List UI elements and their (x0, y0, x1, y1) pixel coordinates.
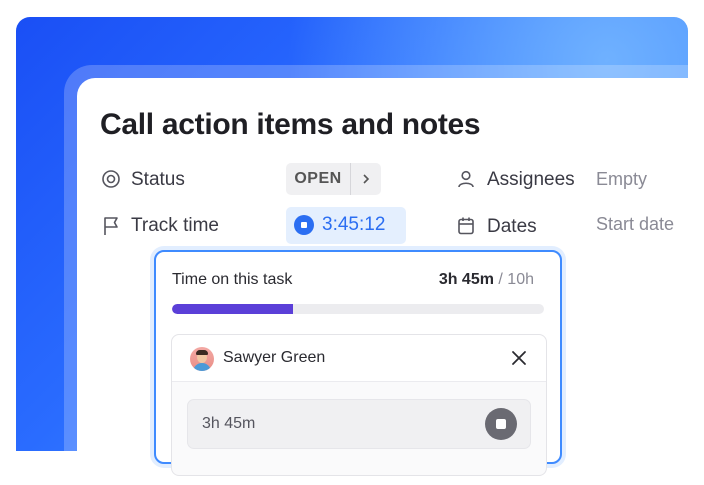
popover-title: Time on this task (172, 271, 293, 288)
status-dropdown[interactable]: OPEN (286, 163, 381, 195)
close-icon[interactable] (510, 349, 528, 367)
time-entry-header: Sawyer Green (172, 335, 546, 382)
chevron-right-icon[interactable] (351, 173, 381, 185)
time-entry-duration: 3h 45m (202, 415, 256, 432)
time-entry-card: Sawyer Green 3h 45m (171, 334, 547, 476)
dates-label: Dates (487, 216, 537, 237)
status-icon (102, 170, 120, 188)
calendar-icon (458, 217, 474, 235)
status-value[interactable]: OPEN (286, 163, 351, 195)
time-entry-row[interactable]: 3h 45m (187, 399, 531, 449)
status-label: Status (131, 169, 185, 190)
time-limit: / 10h (498, 271, 534, 288)
stop-timer-icon[interactable] (294, 215, 314, 235)
user-name: Sawyer Green (223, 349, 326, 366)
stop-icon[interactable] (485, 408, 517, 440)
assignees-label: Assignees (487, 169, 575, 190)
timer-button[interactable]: 3:45:12 (286, 207, 406, 244)
flag-icon (104, 217, 118, 235)
person-icon (458, 170, 474, 188)
time-total: 3h 45m / 10h (439, 271, 534, 289)
timer-value: 3:45:12 (322, 214, 386, 235)
time-progress-bar (172, 304, 544, 314)
avatar (190, 347, 214, 371)
time-progress-fill (172, 304, 293, 314)
dates-value[interactable]: Start date (596, 214, 674, 235)
track-time-label: Track time (131, 215, 219, 236)
tracked-time: 3h 45m (438, 271, 494, 288)
task-title: Call action items and notes (100, 108, 481, 141)
assignees-value[interactable]: Empty (596, 169, 647, 190)
